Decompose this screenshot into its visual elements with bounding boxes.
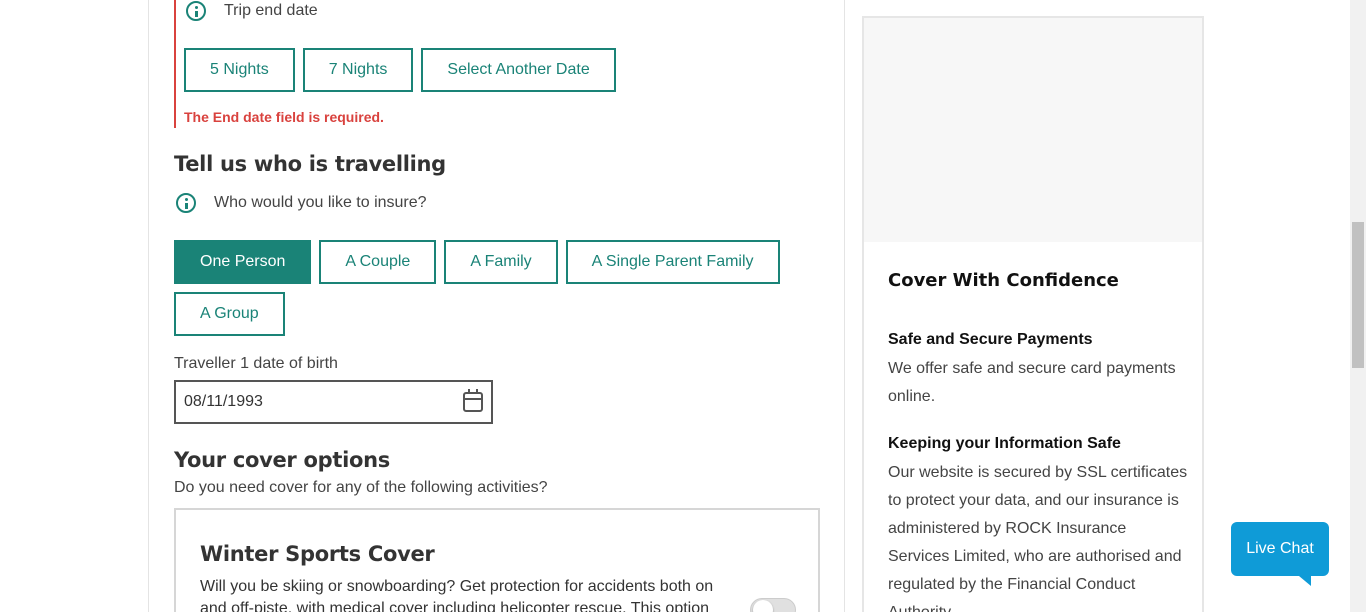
quote-form: Trip end date 5 Nights 7 Nights Select A… [149, 0, 845, 612]
travellers-heading: Tell us who is travelling [174, 152, 446, 176]
dob-label: Traveller 1 date of birth [174, 355, 338, 372]
sidebar: Cover With Confidence Safe and Secure Pa… [862, 16, 1204, 612]
five-nights-button[interactable]: 5 Nights [184, 48, 295, 92]
winter-sports-title: Winter Sports Cover [200, 542, 435, 566]
dob-value[interactable]: 08/11/1993 [184, 393, 463, 411]
who-to-insure-label: Who would you like to insure? [214, 194, 427, 211]
page-wrapper: Trip end date 5 Nights 7 Nights Select A… [148, 0, 1350, 612]
winter-sports-toggle[interactable] [750, 598, 796, 612]
cover-options-heading: Your cover options [174, 448, 390, 472]
sidebar-media-placeholder [864, 18, 1202, 242]
info-icon[interactable] [176, 193, 196, 213]
trip-end-label: Trip end date [224, 2, 318, 19]
select-another-date-button[interactable]: Select Another Date [421, 48, 616, 92]
winter-sports-card: Winter Sports Cover Will you be skiing o… [174, 508, 820, 612]
trip-end-row: Trip end date [186, 1, 318, 21]
live-chat-button[interactable]: Live Chat [1231, 522, 1329, 586]
dob-field[interactable]: 08/11/1993 [174, 380, 493, 424]
party-options: One Person A Couple A Family A Single Pa… [174, 240, 780, 284]
group-button[interactable]: A Group [174, 292, 285, 336]
end-date-error: The End date field is required. [184, 109, 384, 125]
payments-heading: Safe and Secure Payments [888, 331, 1093, 348]
info-safe-text: Our website is secured by SSL certificat… [888, 464, 1188, 612]
info-icon[interactable] [186, 1, 206, 21]
info-safe-heading: Keeping your Information Safe [888, 435, 1121, 452]
who-to-insure-row: Who would you like to insure? [176, 193, 427, 213]
cover-options-subtitle: Do you need cover for any of the followi… [174, 479, 548, 496]
scrollbar-thumb[interactable] [1352, 222, 1364, 368]
sidebar-title: Cover With Confidence [888, 270, 1119, 291]
calendar-icon[interactable] [463, 389, 483, 412]
winter-sports-description: Will you be skiing or snowboarding? Get … [200, 578, 714, 612]
one-person-button[interactable]: One Person [174, 240, 312, 284]
seven-nights-button[interactable]: 7 Nights [302, 48, 414, 92]
payments-text: We offer safe and secure card payments o… [888, 360, 1176, 405]
trip-end-section: Trip end date 5 Nights 7 Nights Select A… [174, 0, 834, 128]
family-button[interactable]: A Family [444, 240, 558, 284]
party-options-row-2: A Group [174, 292, 285, 336]
single-parent-family-button[interactable]: A Single Parent Family [565, 240, 780, 284]
nights-options: 5 Nights 7 Nights Select Another Date [184, 48, 616, 92]
page-scrollbar[interactable] [1350, 0, 1366, 612]
couple-button[interactable]: A Couple [319, 240, 437, 284]
